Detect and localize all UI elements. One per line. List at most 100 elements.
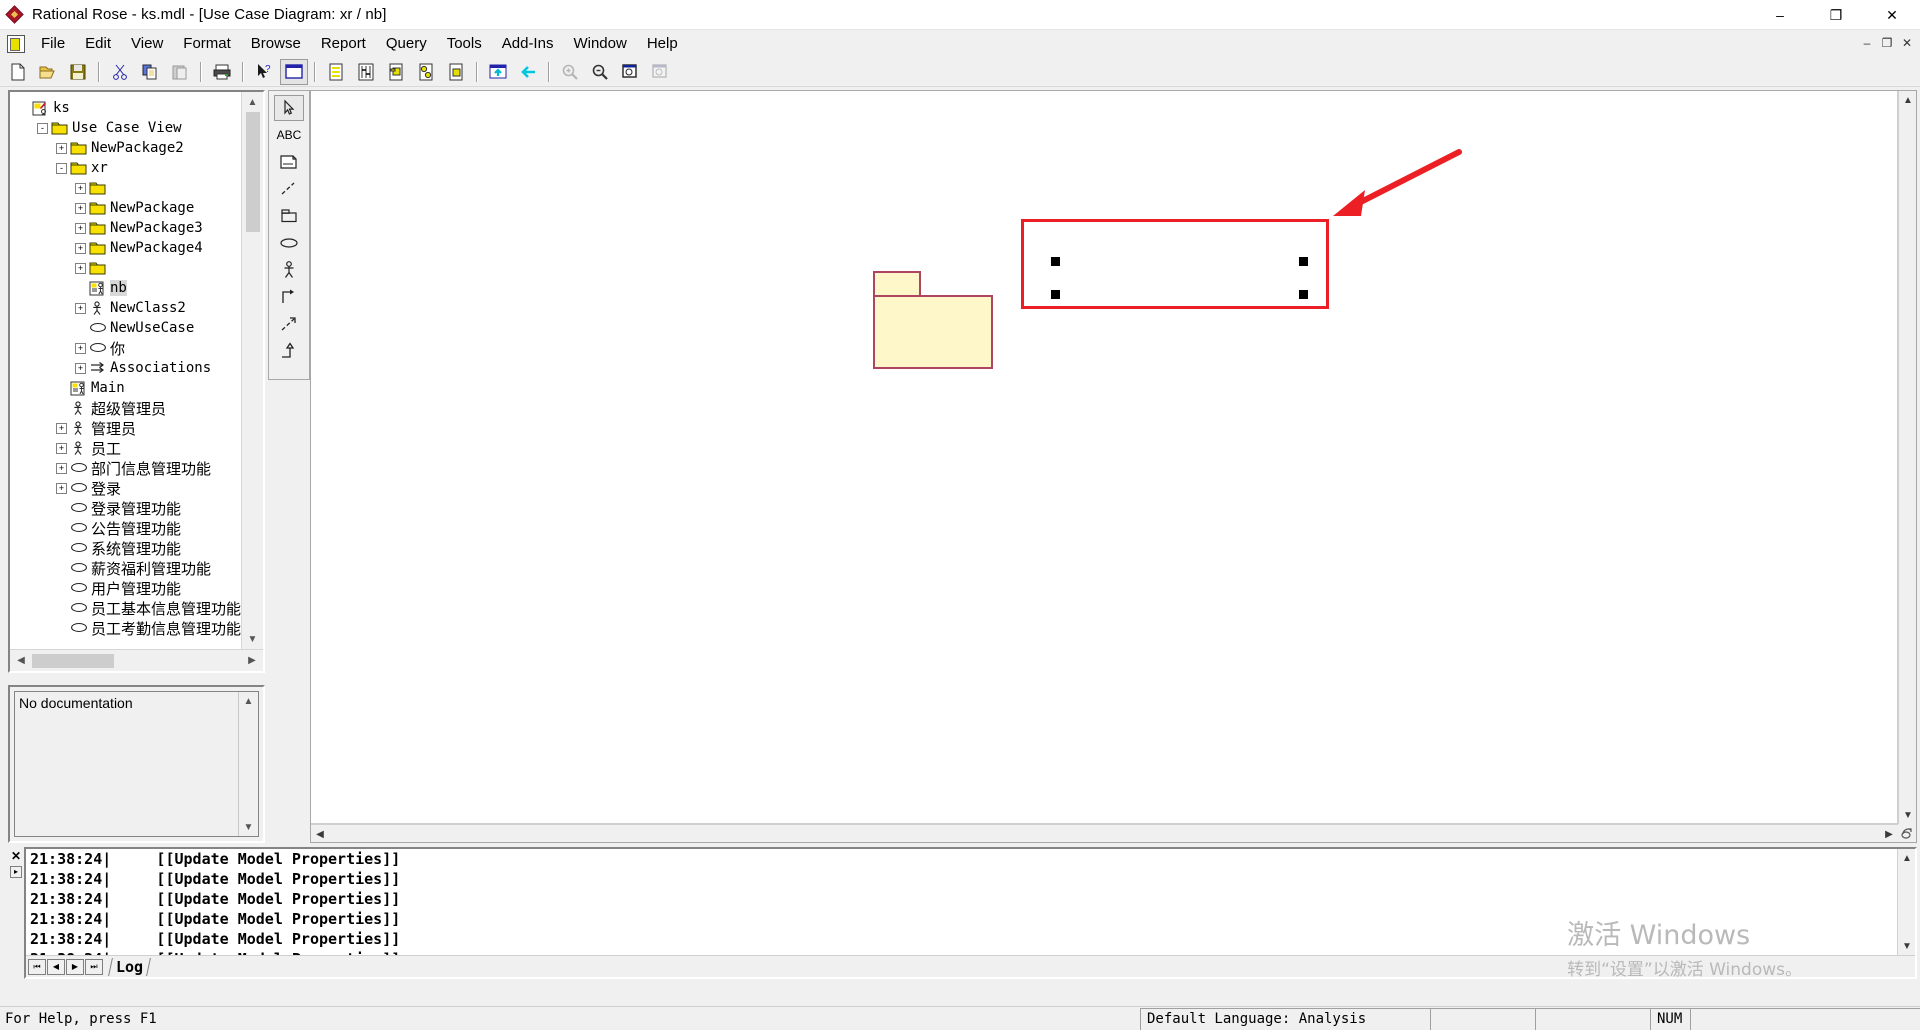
menu-item-window[interactable]: Window [563, 32, 636, 55]
tree-node-newpackage3[interactable]: + NewPackage3 [10, 218, 241, 238]
menu-item-addins[interactable]: Add-Ins [492, 32, 564, 55]
tree-node-main[interactable]: Main [10, 378, 241, 398]
browse-interaction-diagram-icon[interactable] [352, 59, 380, 85]
menu-item-browse[interactable]: Browse [241, 32, 311, 55]
menu-item-report[interactable]: Report [311, 32, 376, 55]
tree-node-薪资福利管理功能[interactable]: 薪资福利管理功能 [10, 558, 241, 578]
menu-item-edit[interactable]: Edit [75, 32, 121, 55]
copy-icon[interactable] [136, 59, 164, 85]
log-expand-icon[interactable]: ▸ [10, 866, 22, 878]
tree-node-unnamed[interactable]: + [10, 178, 241, 198]
expand-icon[interactable]: + [75, 182, 86, 194]
cut-icon[interactable] [106, 59, 134, 85]
tree-node-你[interactable]: + 你 [10, 338, 241, 358]
browse-use-case-diagram-icon[interactable] [322, 59, 350, 85]
tree-node-管理员[interactable]: + 管理员 [10, 418, 241, 438]
print-icon[interactable] [208, 59, 236, 85]
expand-icon[interactable]: + [56, 462, 67, 474]
expand-icon[interactable]: + [75, 202, 86, 214]
child-close-button[interactable]: ✕ [1898, 34, 1916, 52]
expand-icon[interactable]: + [75, 362, 86, 374]
note-tool[interactable] [274, 149, 304, 175]
menu-item-view[interactable]: View [121, 32, 173, 55]
expand-icon[interactable]: + [75, 302, 86, 314]
expand-icon[interactable]: + [56, 442, 67, 454]
menu-item-format[interactable]: Format [173, 32, 241, 55]
canvas-vertical-scrollbar[interactable]: ▲ ▼ [1898, 91, 1916, 824]
canvas-resize-grip[interactable] [1898, 824, 1916, 842]
tree-node-系统管理功能[interactable]: 系统管理功能 [10, 538, 241, 558]
log-nav-first[interactable]: ⏮ [28, 958, 46, 975]
documentation-scrollbar[interactable]: ▲ ▼ [238, 692, 258, 836]
menu-item-query[interactable]: Query [376, 32, 437, 55]
collapse-icon[interactable]: - [56, 162, 67, 174]
tree-node-登录[interactable]: + 登录 [10, 478, 241, 498]
model-tree[interactable]: ks - Use Case View + NewPackage2- xr + + NewPack… [10, 92, 241, 649]
generalization-tool[interactable] [274, 338, 304, 364]
scroll-down-icon[interactable]: ▼ [1898, 937, 1915, 955]
tree-vertical-scrollbar[interactable]: ▲ ▼ [241, 92, 263, 649]
package-tool[interactable] [274, 203, 304, 229]
tree-node-associations[interactable]: + Associations [10, 358, 241, 378]
menu-item-file[interactable]: File [31, 32, 75, 55]
scroll-up-icon[interactable]: ▲ [242, 92, 264, 112]
tree-node-nb[interactable]: nb [10, 278, 241, 298]
log-output[interactable]: 21:38:24| [[Update Model Properties]] 21:… [24, 847, 1917, 979]
child-restore-button[interactable]: ❐ [1878, 34, 1896, 52]
minimize-button[interactable]: – [1752, 0, 1808, 30]
expand-icon[interactable]: + [56, 482, 67, 494]
tree-node-超级管理员[interactable]: 超级管理员 [10, 398, 241, 418]
use-case-tool[interactable] [274, 230, 304, 256]
scroll-down-icon[interactable]: ▼ [239, 818, 258, 836]
tree-node-员工基本信息管理功能[interactable]: 员工基本信息管理功能 [10, 598, 241, 618]
use-case-diagram-canvas[interactable] [311, 91, 1898, 824]
tree-node-公告管理功能[interactable]: 公告管理功能 [10, 518, 241, 538]
tree-node-newclass2[interactable]: + NewClass2 [10, 298, 241, 318]
documentation-box[interactable]: No documentation ▲ ▼ [14, 691, 259, 837]
scroll-up-icon[interactable]: ▲ [239, 692, 258, 710]
open-icon[interactable] [34, 59, 62, 85]
actor-tool[interactable] [274, 257, 304, 283]
browse-deployment-diagram-icon[interactable] [442, 59, 470, 85]
unidirectional-association-tool[interactable] [274, 284, 304, 310]
tree-node-xr[interactable]: - xr [10, 158, 241, 178]
expand-icon[interactable]: + [75, 342, 86, 354]
browse-component-diagram-icon[interactable] [382, 59, 410, 85]
collapse-icon[interactable]: - [37, 122, 48, 134]
tree-node-员工[interactable]: + 员工 [10, 438, 241, 458]
selection-tool[interactable] [274, 95, 304, 121]
browse-class-diagram-icon[interactable] [280, 58, 308, 85]
tree-node-ks[interactable]: ks [10, 98, 241, 118]
canvas-horizontal-scrollbar[interactable]: ◀ ▶ [311, 824, 1898, 842]
expand-icon[interactable]: + [56, 142, 67, 154]
tree-node-unnamed[interactable]: + [10, 258, 241, 278]
zoom-out-icon[interactable] [586, 59, 614, 85]
undo-fit-in-window-icon[interactable] [646, 59, 674, 85]
menu-item-help[interactable]: Help [637, 32, 688, 55]
tree-node-登录管理功能[interactable]: 登录管理功能 [10, 498, 241, 518]
tree-node-newpackage2[interactable]: + NewPackage2 [10, 138, 241, 158]
context-help-icon[interactable]: ? [250, 59, 278, 85]
log-vertical-scrollbar[interactable]: ▲ ▼ [1897, 849, 1915, 955]
zoom-in-icon[interactable] [556, 59, 584, 85]
tree-node-use-case-view[interactable]: - Use Case View [10, 118, 241, 138]
tree-node-部门信息管理功能[interactable]: + 部门信息管理功能 [10, 458, 241, 478]
fit-in-window-icon[interactable] [616, 59, 644, 85]
menu-item-tools[interactable]: Tools [437, 32, 492, 55]
scroll-left-icon[interactable]: ◀ [10, 650, 32, 672]
scroll-right-icon[interactable]: ▶ [1880, 825, 1898, 843]
tree-node-newpackage[interactable]: + NewPackage [10, 198, 241, 218]
log-tab[interactable]: Log [108, 957, 152, 976]
close-button[interactable]: ✕ [1864, 0, 1920, 30]
tree-node-用户管理功能[interactable]: 用户管理功能 [10, 578, 241, 598]
tree-node-newusecase[interactable]: NewUseCase [10, 318, 241, 338]
scroll-up-icon[interactable]: ▲ [1899, 91, 1917, 109]
browse-previous-icon[interactable] [514, 59, 542, 85]
tree-node-员工考勤信息管理功能[interactable]: 员工考勤信息管理功能 [10, 618, 241, 638]
log-nav-prev[interactable]: ◀ [47, 958, 65, 975]
new-icon[interactable] [4, 59, 32, 85]
browse-state-machine-diagram-icon[interactable] [412, 59, 440, 85]
log-nav-next[interactable]: ▶ [66, 958, 84, 975]
log-close-icon[interactable]: ✕ [11, 849, 21, 863]
expand-icon[interactable]: + [75, 222, 86, 234]
